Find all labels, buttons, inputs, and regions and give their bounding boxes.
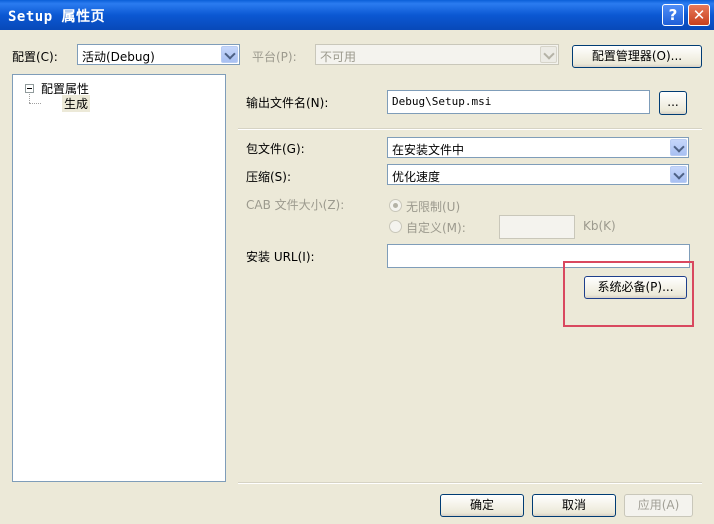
apply-button: 应用(A) bbox=[624, 494, 693, 517]
output-filename-value: Debug\Setup.msi bbox=[392, 95, 492, 108]
property-tree: 配置属性 生成 bbox=[12, 74, 226, 482]
chevron-down-icon bbox=[540, 46, 557, 63]
output-filename-label: 输出文件名(N): bbox=[246, 96, 329, 110]
config-select[interactable]: 活动(Debug) bbox=[77, 44, 240, 65]
unlimited-radio bbox=[389, 199, 402, 212]
config-label: 配置(C): bbox=[12, 50, 58, 64]
close-button[interactable]: ✕ bbox=[688, 4, 710, 26]
compression-select[interactable]: 优化速度 bbox=[387, 164, 689, 185]
output-filename-input[interactable]: Debug\Setup.msi bbox=[387, 90, 650, 114]
package-files-select[interactable]: 在安装文件中 bbox=[387, 137, 689, 158]
tree-connector bbox=[29, 103, 41, 104]
divider bbox=[238, 482, 702, 484]
prerequisites-button[interactable]: 系统必备(P)... bbox=[584, 276, 687, 299]
cab-size-input bbox=[499, 215, 575, 239]
window-title: Setup 属性页 bbox=[8, 9, 106, 25]
title-bar: Setup 属性页 ? ✕ bbox=[0, 0, 714, 30]
ok-button[interactable]: 确定 bbox=[440, 494, 524, 517]
compression-label: 压缩(S): bbox=[246, 170, 292, 184]
close-icon: ✕ bbox=[692, 6, 706, 24]
chevron-down-icon[interactable] bbox=[221, 46, 238, 63]
cab-unit-label: Kb(K) bbox=[583, 219, 616, 233]
cab-size-label: CAB 文件大小(Z): bbox=[246, 198, 345, 212]
chevron-down-icon[interactable] bbox=[670, 166, 687, 183]
tree-item-build[interactable]: 生成 bbox=[62, 95, 91, 112]
collapse-icon[interactable] bbox=[25, 84, 34, 93]
package-files-label: 包文件(G): bbox=[246, 142, 305, 156]
chevron-down-icon[interactable] bbox=[670, 139, 687, 156]
custom-label: 自定义(M): bbox=[406, 221, 466, 235]
cancel-button[interactable]: 取消 bbox=[532, 494, 616, 517]
install-url-label: 安装 URL(I): bbox=[246, 250, 315, 264]
custom-radio bbox=[389, 220, 402, 233]
browse-button[interactable]: ... bbox=[659, 91, 687, 115]
unlimited-label: 无限制(U) bbox=[406, 200, 461, 214]
tree-connector bbox=[29, 94, 30, 103]
help-icon: ? bbox=[668, 6, 678, 24]
platform-label: 平台(P): bbox=[252, 50, 297, 64]
platform-select-value: 不可用 bbox=[320, 50, 357, 64]
config-manager-button[interactable]: 配置管理器(O)... bbox=[572, 45, 702, 68]
help-button[interactable]: ? bbox=[662, 4, 684, 26]
divider bbox=[238, 128, 702, 130]
config-select-value: 活动(Debug) bbox=[82, 50, 155, 64]
platform-select: 不可用 bbox=[315, 44, 559, 65]
package-files-value: 在安装文件中 bbox=[392, 143, 465, 157]
compression-value: 优化速度 bbox=[392, 170, 441, 184]
